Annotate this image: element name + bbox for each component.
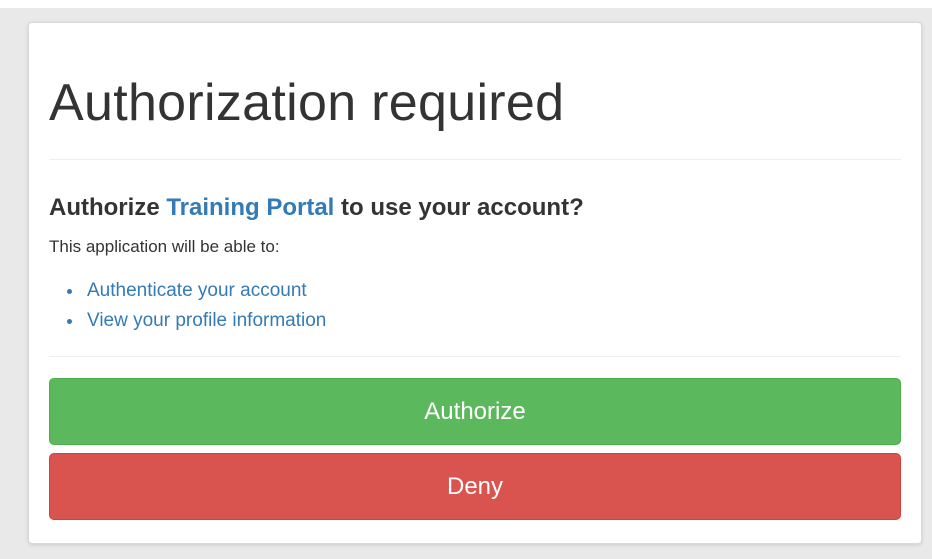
page-title: Authorization required xyxy=(49,74,565,132)
actions-divider xyxy=(49,356,901,357)
question-prefix: Authorize xyxy=(49,194,167,221)
app-name: Training Portal xyxy=(166,194,335,221)
top-strip xyxy=(0,0,932,8)
bullet-icon xyxy=(67,289,72,294)
permission-item: View your profile information xyxy=(67,306,901,336)
page: Authorization required Authorize Trainin… xyxy=(0,0,932,559)
authorization-card: Authorization required Authorize Trainin… xyxy=(28,22,922,544)
deny-button[interactable]: Deny xyxy=(49,453,901,520)
title-divider xyxy=(49,159,901,160)
permissions-list: Authenticate your account View your prof… xyxy=(49,276,901,336)
permission-item: Authenticate your account xyxy=(67,276,901,306)
authorization-question: Authorize Training Portal to use your ac… xyxy=(49,194,901,222)
permission-label: Authenticate your account xyxy=(87,280,307,301)
permissions-description: This application will be able to: xyxy=(49,237,280,256)
permission-label: View your profile information xyxy=(87,310,327,331)
question-suffix: to use your account? xyxy=(334,194,584,221)
bullet-icon xyxy=(67,319,72,324)
authorize-button[interactable]: Authorize xyxy=(49,378,901,445)
